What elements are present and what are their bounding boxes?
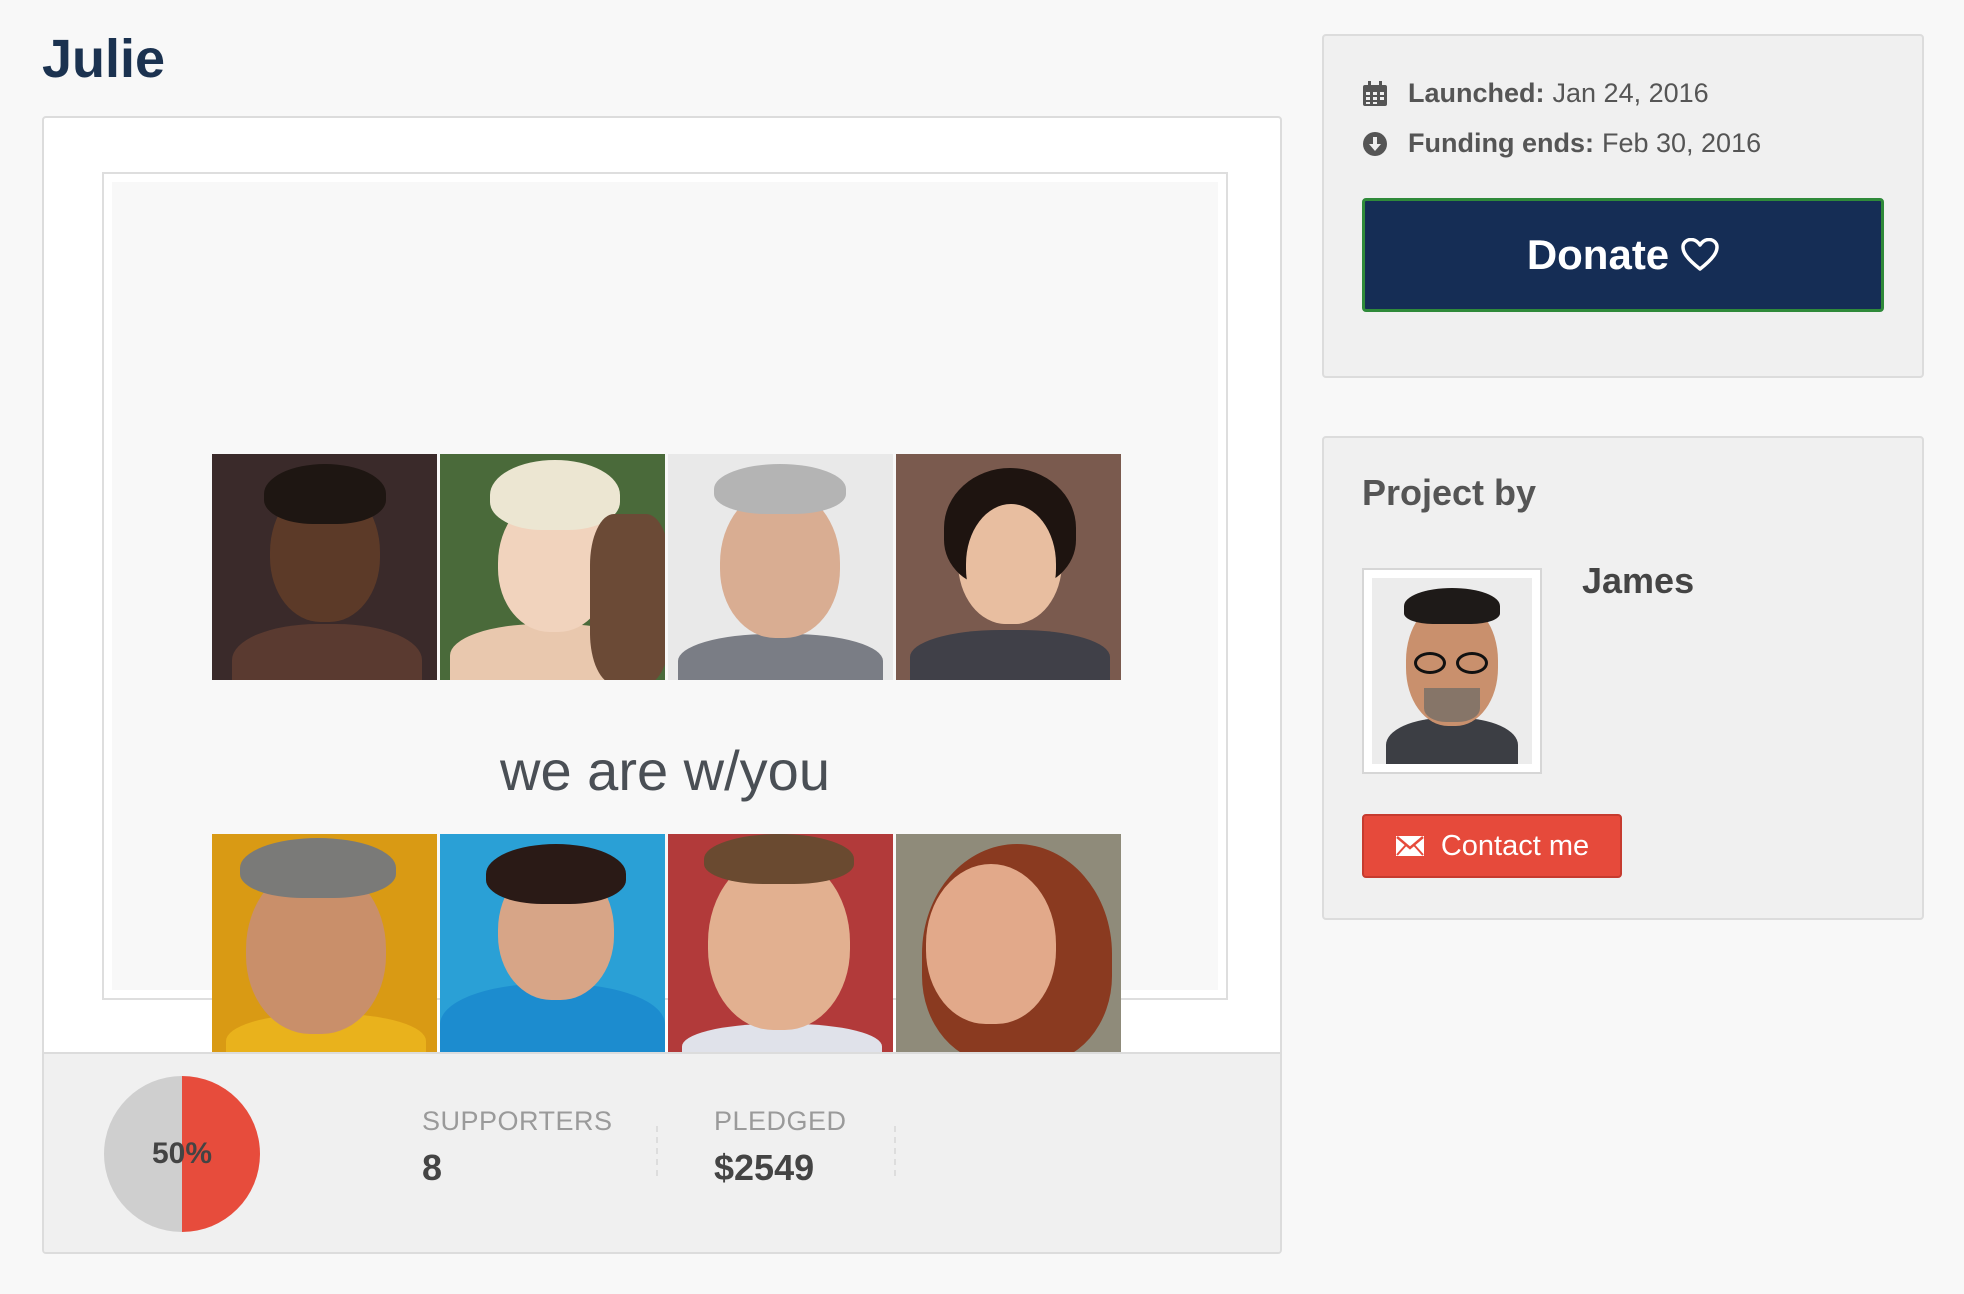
supporter-photo xyxy=(440,834,665,1060)
tagline: we are w/you xyxy=(500,739,830,802)
heart-outline-icon xyxy=(1681,238,1719,271)
download-circle-icon xyxy=(1363,131,1387,156)
creator-panel: Project by James Contact me xyxy=(1322,436,1924,920)
supporters-label: SUPPORTERS xyxy=(422,1106,613,1136)
funding-ends-date: Feb 30, 2016 xyxy=(1601,128,1762,158)
campaign-panel: Launched: Jan 24, 2016 Funding ends: Feb… xyxy=(1322,34,1924,378)
creator-photo xyxy=(1372,578,1532,764)
launched-date: Jan 24, 2016 xyxy=(1552,78,1709,108)
supporter-photo xyxy=(896,454,1121,680)
contact-me-label: Contact me xyxy=(1440,829,1590,862)
donate-label: Donate xyxy=(1526,231,1670,278)
funding-ends-label: Funding ends: xyxy=(1408,128,1594,158)
supporter-photo xyxy=(212,454,437,680)
photo-row-bottom xyxy=(212,834,1121,1060)
pledged-label: PLEDGED xyxy=(714,1106,847,1136)
supporters-stat: SUPPORTERS 8 xyxy=(422,1106,613,1189)
donate-button[interactable]: Donate xyxy=(1362,198,1884,312)
supporter-photo xyxy=(896,834,1121,1060)
contact-me-button[interactable]: Contact me xyxy=(1362,814,1622,878)
stat-divider xyxy=(894,1126,896,1176)
funding-ends-info: Funding ends: Feb 30, 2016 xyxy=(1362,128,1761,159)
funding-stats: 50% SUPPORTERS 8 PLEDGED $2549 xyxy=(44,1052,1280,1252)
pledged-amount: $2549 xyxy=(714,1147,815,1188)
supporter-photo xyxy=(440,454,665,680)
calendar-icon xyxy=(1363,80,1387,106)
envelope-icon xyxy=(1395,836,1424,856)
creator-avatar[interactable] xyxy=(1362,568,1542,774)
photo-row-top xyxy=(212,454,1121,680)
project-media: we are w/you xyxy=(102,172,1228,1060)
project-by-heading: Project by xyxy=(1362,472,1537,513)
funding-percent: 50% xyxy=(151,1137,213,1170)
launched-label: Launched: xyxy=(1408,78,1545,108)
media-collage: we are w/you xyxy=(112,182,1218,1060)
supporters-count: 8 xyxy=(422,1147,443,1188)
pledged-stat: PLEDGED $2549 xyxy=(714,1106,847,1189)
launched-info: Launched: Jan 24, 2016 xyxy=(1362,78,1709,109)
supporter-photo xyxy=(668,454,893,680)
supporter-photo xyxy=(212,834,437,1060)
page-title: Julie xyxy=(42,29,166,89)
stat-divider xyxy=(656,1126,658,1176)
project-card: we are w/you 50% SUPPORTERS 8 PLEDGED $2… xyxy=(42,116,1282,1254)
supporter-photo xyxy=(668,834,893,1060)
creator-name[interactable]: James xyxy=(1582,560,1694,602)
